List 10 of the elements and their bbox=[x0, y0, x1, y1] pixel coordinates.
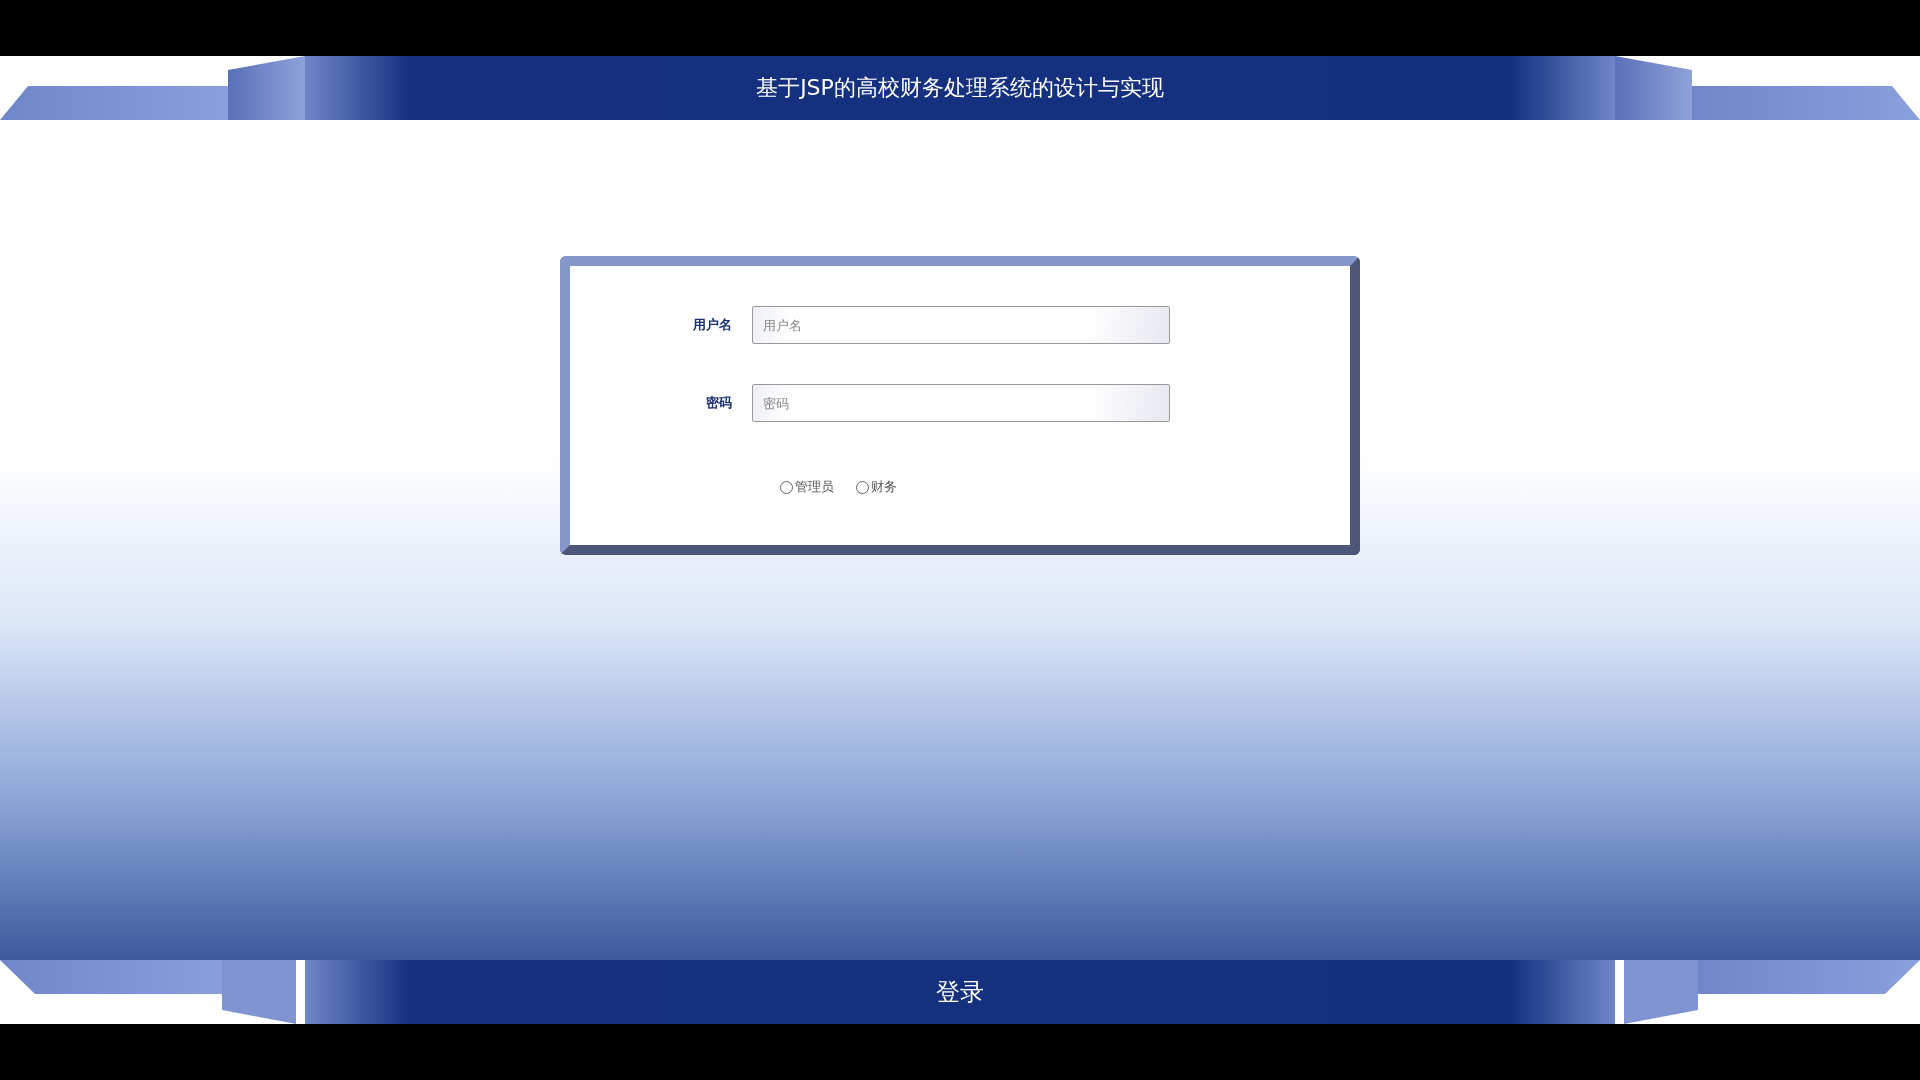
field-label: 用户名 bbox=[692, 316, 733, 334]
role-label: 管理员 bbox=[795, 478, 834, 496]
login-button[interactable]: 登录 bbox=[305, 960, 1615, 1024]
role-radio[interactable] bbox=[856, 480, 869, 494]
role-label: 财务 bbox=[871, 478, 897, 496]
input-field[interactable]: 密码 bbox=[752, 384, 1170, 422]
role-radio[interactable] bbox=[780, 480, 793, 494]
input-field[interactable]: 用户名 bbox=[752, 306, 1170, 344]
field-label: 密码 bbox=[705, 394, 733, 412]
system-title: 基于JSP的高校财务处理系统的设计与实现 bbox=[756, 74, 1164, 102]
